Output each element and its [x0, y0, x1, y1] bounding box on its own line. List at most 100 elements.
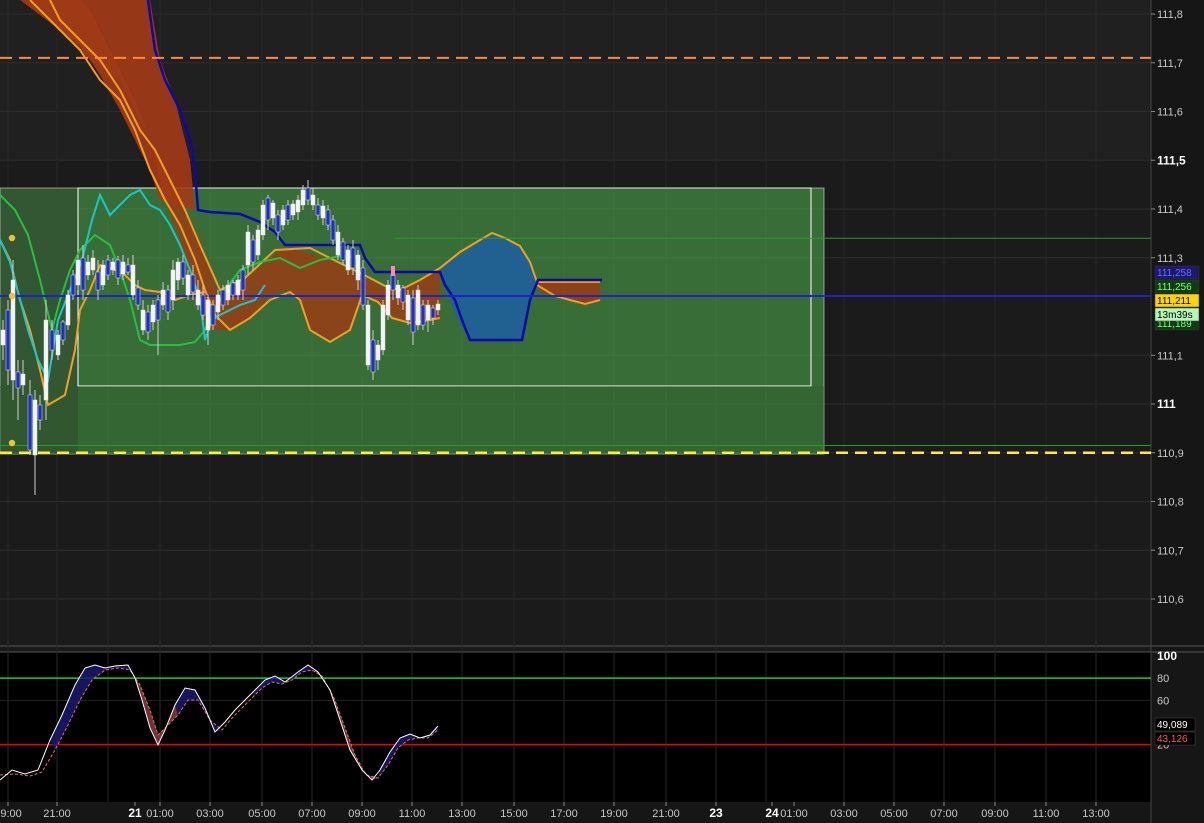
- candle-body: [345, 249, 351, 271]
- price-label: 111: [1157, 397, 1176, 411]
- candle-body: [380, 304, 386, 351]
- stoch-tag-text: 43,126: [1157, 734, 1188, 745]
- candle-body: [160, 289, 166, 306]
- candle-body: [180, 261, 186, 279]
- time-label: 17:00: [550, 808, 578, 820]
- chart-canvas[interactable]: 111,8 111,7 111,6 111,5 111,4 111,3 111,1 111 11…: [0, 0, 1204, 823]
- time-label: 13:00: [1082, 808, 1110, 820]
- candle-body: [95, 271, 101, 291]
- candle-body: [55, 334, 61, 356]
- stochastic-panel[interactable]: [0, 652, 1151, 802]
- candle-body: [230, 282, 236, 296]
- candle-body: [205, 299, 211, 331]
- time-label: 03:00: [830, 808, 858, 820]
- price-label: 111,1: [1157, 350, 1183, 362]
- stoch-tag: 43,126: [1154, 731, 1196, 746]
- time-label: 19:00: [600, 808, 628, 820]
- candle-body: [400, 287, 406, 303]
- candle-body: [340, 241, 346, 261]
- candle-highlight: [391, 266, 395, 276]
- time-label: 21:00: [652, 808, 680, 820]
- price-tag-text: 111,256: [1157, 282, 1192, 293]
- candle-body: [370, 339, 376, 373]
- candle-body: [435, 303, 441, 311]
- candle-body: [85, 261, 91, 276]
- trading-chart-window: 111,8 111,7 111,6 111,5 111,4 111,3 111,1 111 11…: [0, 0, 1204, 823]
- candle-body: [190, 274, 196, 293]
- candle-body: [215, 294, 221, 313]
- candle-body: [115, 259, 121, 279]
- candle-body: [49, 329, 55, 351]
- candle-body: [245, 231, 251, 266]
- candle-body: [355, 254, 361, 281]
- time-label: 21:00: [43, 808, 71, 820]
- price-tag-text: 111,211: [1157, 296, 1191, 307]
- time-label: 09:00: [981, 808, 1009, 820]
- price-tags: 111,258111,256111,211111,18913m39s: [1154, 265, 1200, 331]
- candle-body: [390, 274, 396, 291]
- stoch-tag: 49,089: [1154, 717, 1196, 732]
- candle-body: [315, 204, 321, 216]
- candle-body: [80, 257, 86, 291]
- time-label: 11:00: [1033, 808, 1060, 820]
- candle-body: [100, 264, 106, 286]
- candle-body: [60, 321, 66, 341]
- candle-body: [290, 203, 296, 216]
- candle-body: [15, 371, 21, 389]
- candle-body: [120, 261, 126, 275]
- zone-lower-band: [0, 386, 824, 454]
- candle-body: [70, 274, 76, 296]
- candle-body: [255, 229, 261, 256]
- candle-body: [300, 189, 306, 206]
- candle-body: [285, 204, 291, 221]
- candle-body: [295, 199, 301, 213]
- candle-body: [5, 309, 11, 371]
- stoch-label: 80: [1157, 673, 1169, 685]
- candle-body: [0, 329, 6, 346]
- time-label: 01:00: [146, 808, 174, 820]
- time-label: 07:00: [298, 808, 326, 820]
- price-label: 111,8: [1157, 9, 1183, 21]
- price-label: 111,6: [1157, 107, 1183, 119]
- price-tag: 13m39s: [1154, 307, 1200, 322]
- pivot-dot: [8, 292, 16, 300]
- price-tag: 111,258: [1154, 265, 1200, 280]
- candle-body: [200, 294, 206, 316]
- candle-body: [195, 289, 201, 306]
- candle-body: [105, 259, 111, 276]
- candle-body: [330, 219, 336, 241]
- price-tag-text: 13m39s: [1157, 310, 1193, 321]
- candle-body: [150, 304, 156, 323]
- candle-body: [110, 261, 116, 271]
- pivot-dot: [8, 234, 16, 242]
- price-label: 111,5: [1157, 153, 1186, 167]
- candle-body: [275, 214, 281, 233]
- candle-body: [165, 289, 171, 313]
- time-label: 05:00: [880, 808, 908, 820]
- candle-body: [20, 373, 26, 386]
- candle-body: [335, 231, 341, 256]
- candle-body: [385, 284, 391, 316]
- time-label: 05:00: [248, 808, 276, 820]
- candle-body: [305, 187, 311, 201]
- candle-body: [310, 194, 316, 206]
- candle-body: [225, 284, 231, 301]
- time-label: 13:00: [448, 808, 476, 820]
- stoch-tag-text: 49,089: [1157, 720, 1188, 731]
- candle-body: [240, 269, 246, 291]
- candle-body: [175, 261, 181, 281]
- price-label: 111,7: [1157, 58, 1183, 70]
- time-label: 09:00: [348, 808, 376, 820]
- candle-body: [325, 209, 331, 226]
- candle-body: [170, 269, 176, 301]
- candle-body: [185, 274, 191, 296]
- candle-body: [155, 299, 161, 321]
- candle-body: [43, 319, 49, 401]
- candle-body: [37, 404, 43, 421]
- candle-body: [140, 309, 146, 331]
- pivot-dot: [8, 439, 16, 447]
- candle-body: [90, 257, 96, 271]
- candle-body: [430, 307, 436, 319]
- candle-body: [395, 284, 401, 299]
- candle-body: [320, 205, 326, 219]
